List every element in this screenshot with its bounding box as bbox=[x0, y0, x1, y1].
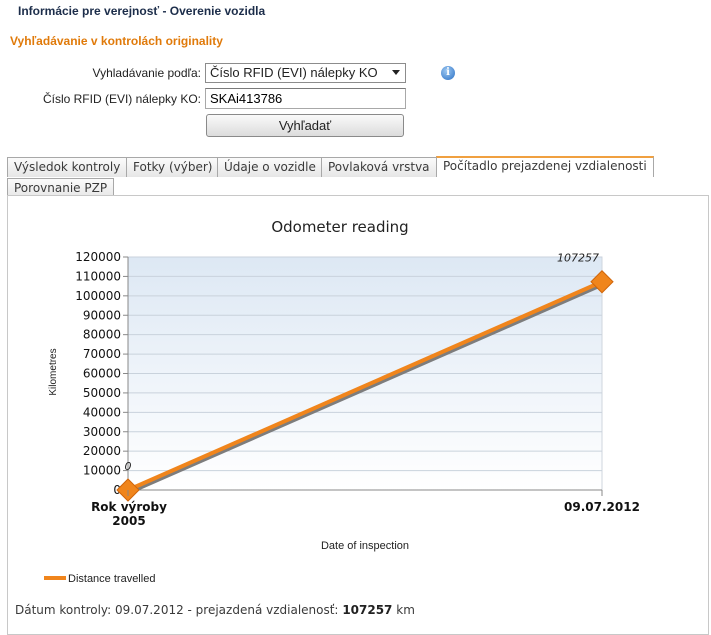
x-axis-label: Date of inspection bbox=[321, 540, 409, 552]
chart-title: Odometer reading bbox=[271, 218, 408, 236]
section-title: Vyhľadávanie v kontrolách originality bbox=[10, 34, 223, 48]
y-tick-label: 120000 bbox=[75, 250, 121, 264]
status-distance-value: 107257 bbox=[342, 603, 393, 617]
y-tick-label: 80000 bbox=[83, 328, 121, 342]
x-tick-label-line: 09.07.2012 bbox=[564, 500, 640, 514]
search-by-select[interactable]: Číslo RFID (EVI) nálepky KO bbox=[205, 63, 406, 83]
y-tick-label: 50000 bbox=[83, 386, 121, 400]
tab-povlakova-vrstva[interactable]: Povlaková vrstva bbox=[321, 157, 437, 177]
x-tick-label-line: 2005 bbox=[112, 514, 145, 528]
search-button[interactable]: Vyhľadať bbox=[206, 114, 404, 137]
legend: Distance travelled bbox=[44, 573, 155, 585]
data-label: 0 bbox=[125, 460, 132, 473]
y-tick-label: 100000 bbox=[75, 289, 121, 303]
y-tick-label: 70000 bbox=[83, 347, 121, 361]
y-tick-label: 110000 bbox=[75, 269, 121, 283]
status-line: Dátum kontroly: 09.07.2012 - prejazdená … bbox=[15, 603, 415, 617]
x-tick-label: Rok výroby 2005 bbox=[91, 500, 167, 528]
y-tick-label: 40000 bbox=[83, 405, 121, 419]
chevron-down-icon bbox=[392, 70, 400, 75]
search-by-label: Vyhladávanie podľa: bbox=[92, 66, 201, 80]
tab-pocitadlo[interactable]: Počítadlo prejazdenej vzdialenosti bbox=[436, 156, 654, 177]
y-tick-label: 90000 bbox=[83, 308, 121, 322]
rfid-input[interactable] bbox=[205, 88, 406, 109]
rfid-label: Číslo RFID (EVI) nálepky KO: bbox=[42, 92, 201, 106]
search-by-value: Číslo RFID (EVI) nálepky KO bbox=[210, 65, 378, 80]
page-title: Informácie pre verejnosť - Overenie vozi… bbox=[18, 4, 266, 18]
info-icon[interactable]: i bbox=[441, 66, 455, 80]
data-label: 107257 bbox=[557, 252, 599, 265]
tab-vysledok-kontroly[interactable]: Výsledok kontroly bbox=[7, 157, 128, 177]
y-tick-label: 20000 bbox=[83, 444, 121, 458]
y-axis-label: Kilometres bbox=[48, 348, 59, 395]
y-tick-label: 10000 bbox=[83, 464, 121, 478]
y-tick-label: 60000 bbox=[83, 367, 121, 381]
odometer-chart: Odometer reading 0 10000 20000 30000 40000 50… bbox=[44, 218, 640, 585]
status-unit: km bbox=[396, 603, 415, 617]
tab-udaje-o-vozidle[interactable]: Údaje o vozidle bbox=[217, 157, 323, 177]
tab-fotky[interactable]: Fotky (výber) bbox=[126, 157, 220, 177]
x-tick-label: 09.07.2012 bbox=[564, 500, 640, 514]
legend-swatch bbox=[44, 576, 66, 580]
y-tick-label: 30000 bbox=[83, 425, 121, 439]
x-tick-label-line: Rok výroby bbox=[91, 500, 167, 514]
legend-label: Distance travelled bbox=[68, 573, 155, 585]
status-prefix: Dátum kontroly: 09.07.2012 - prejazdená … bbox=[15, 603, 339, 617]
